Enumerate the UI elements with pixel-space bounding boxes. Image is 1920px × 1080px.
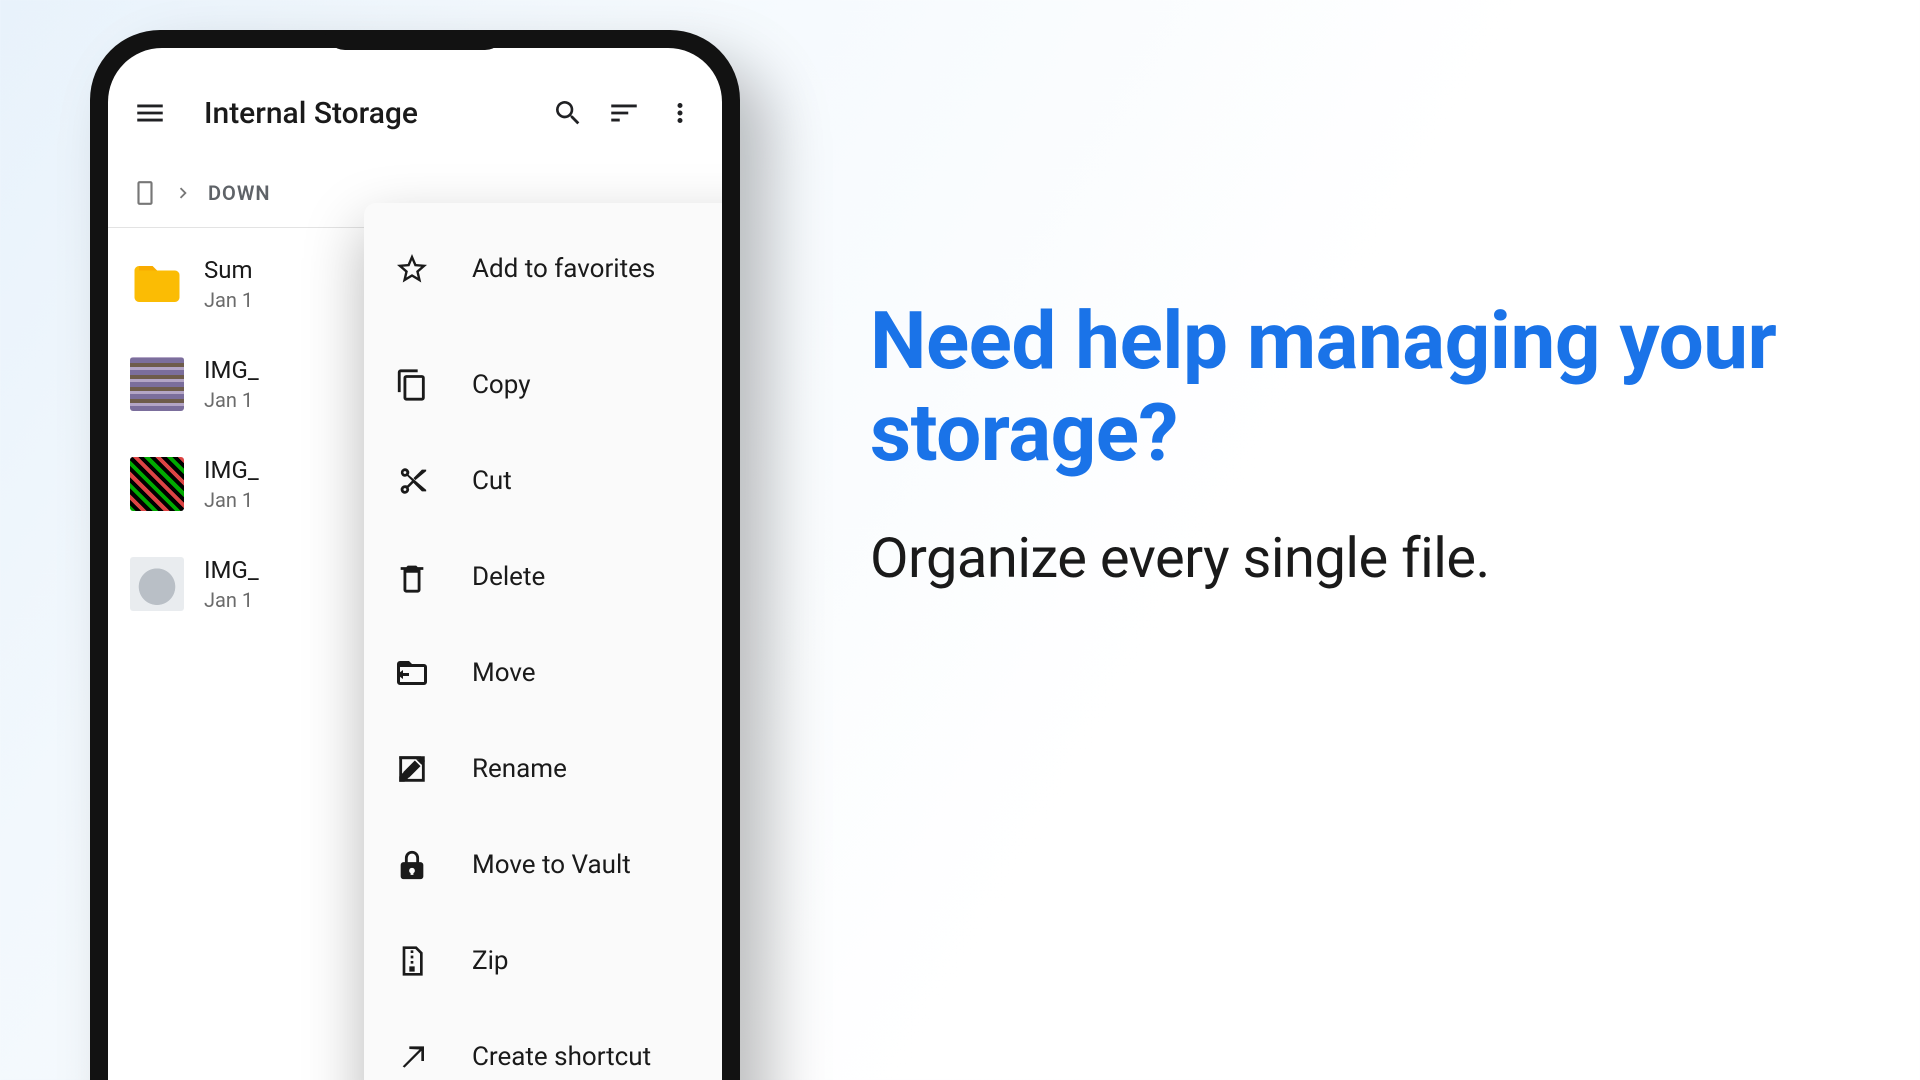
move-to-folder-icon — [392, 653, 432, 693]
context-menu: Add to favorites Copy Cut Delete — [364, 203, 722, 1080]
menu-item-label: Cut — [472, 466, 512, 496]
menu-item-move[interactable]: Move — [364, 625, 722, 721]
menu-item-vault[interactable]: Move to Vault — [364, 817, 722, 913]
image-thumbnail — [130, 457, 184, 511]
more-vert-icon — [665, 98, 695, 128]
hamburger-icon — [133, 96, 167, 130]
menu-item-label: Create shortcut — [472, 1042, 651, 1072]
edit-icon — [392, 749, 432, 789]
phone-frame: Internal Storage DOWN — [90, 30, 740, 1080]
file-date: Jan 1 — [204, 488, 259, 512]
image-thumbnail — [130, 557, 184, 611]
more-button[interactable] — [652, 85, 708, 141]
file-name: IMG_ — [204, 456, 259, 484]
phone-screen: Internal Storage DOWN — [108, 48, 722, 1080]
menu-item-label: Copy — [472, 370, 531, 400]
trash-icon — [392, 557, 432, 597]
menu-item-label: Move to Vault — [472, 850, 631, 880]
menu-item-zip[interactable]: Zip — [364, 913, 722, 1009]
search-button[interactable] — [540, 85, 596, 141]
menu-item-shortcut[interactable]: Create shortcut — [364, 1009, 722, 1080]
cut-icon — [392, 461, 432, 501]
app-bar: Internal Storage — [108, 68, 722, 158]
subline: Organize every single file. — [870, 525, 1840, 591]
menu-button[interactable] — [122, 85, 178, 141]
folder-icon — [130, 257, 184, 311]
headline: Need help managing your storage? — [870, 295, 1840, 479]
menu-item-rename[interactable]: Rename — [364, 721, 722, 817]
menu-item-label: Add to favorites — [472, 254, 655, 284]
lock-icon — [392, 845, 432, 885]
file-name: IMG_ — [204, 556, 259, 584]
sort-button[interactable] — [596, 85, 652, 141]
phone-storage-icon — [132, 180, 158, 206]
breadcrumb-segment: DOWN — [208, 181, 271, 205]
menu-item-label: Zip — [472, 946, 509, 976]
menu-item-label: Move — [472, 658, 536, 688]
file-date: Jan 1 — [204, 588, 259, 612]
search-icon — [552, 97, 584, 129]
marketing-copy: Need help managing your storage? Organiz… — [870, 295, 1840, 591]
arrow-up-right-icon — [392, 1037, 432, 1077]
file-name: Sum — [204, 256, 253, 284]
menu-item-label: Delete — [472, 562, 545, 592]
copy-icon — [392, 365, 432, 405]
star-outline-icon — [392, 249, 432, 289]
sort-icon — [607, 96, 641, 130]
chevron-right-icon — [172, 182, 194, 204]
menu-item-cut[interactable]: Cut — [364, 433, 722, 529]
menu-item-delete[interactable]: Delete — [364, 529, 722, 625]
file-name: IMG_ — [204, 356, 259, 384]
image-thumbnail — [130, 357, 184, 411]
file-date: Jan 1 — [204, 388, 259, 412]
file-date: Jan 1 — [204, 288, 253, 312]
menu-item-copy[interactable]: Copy — [364, 337, 722, 433]
page-title: Internal Storage — [204, 96, 418, 131]
zip-icon — [392, 941, 432, 981]
menu-item-label: Rename — [472, 754, 567, 784]
menu-item-favorites[interactable]: Add to favorites — [364, 221, 722, 317]
